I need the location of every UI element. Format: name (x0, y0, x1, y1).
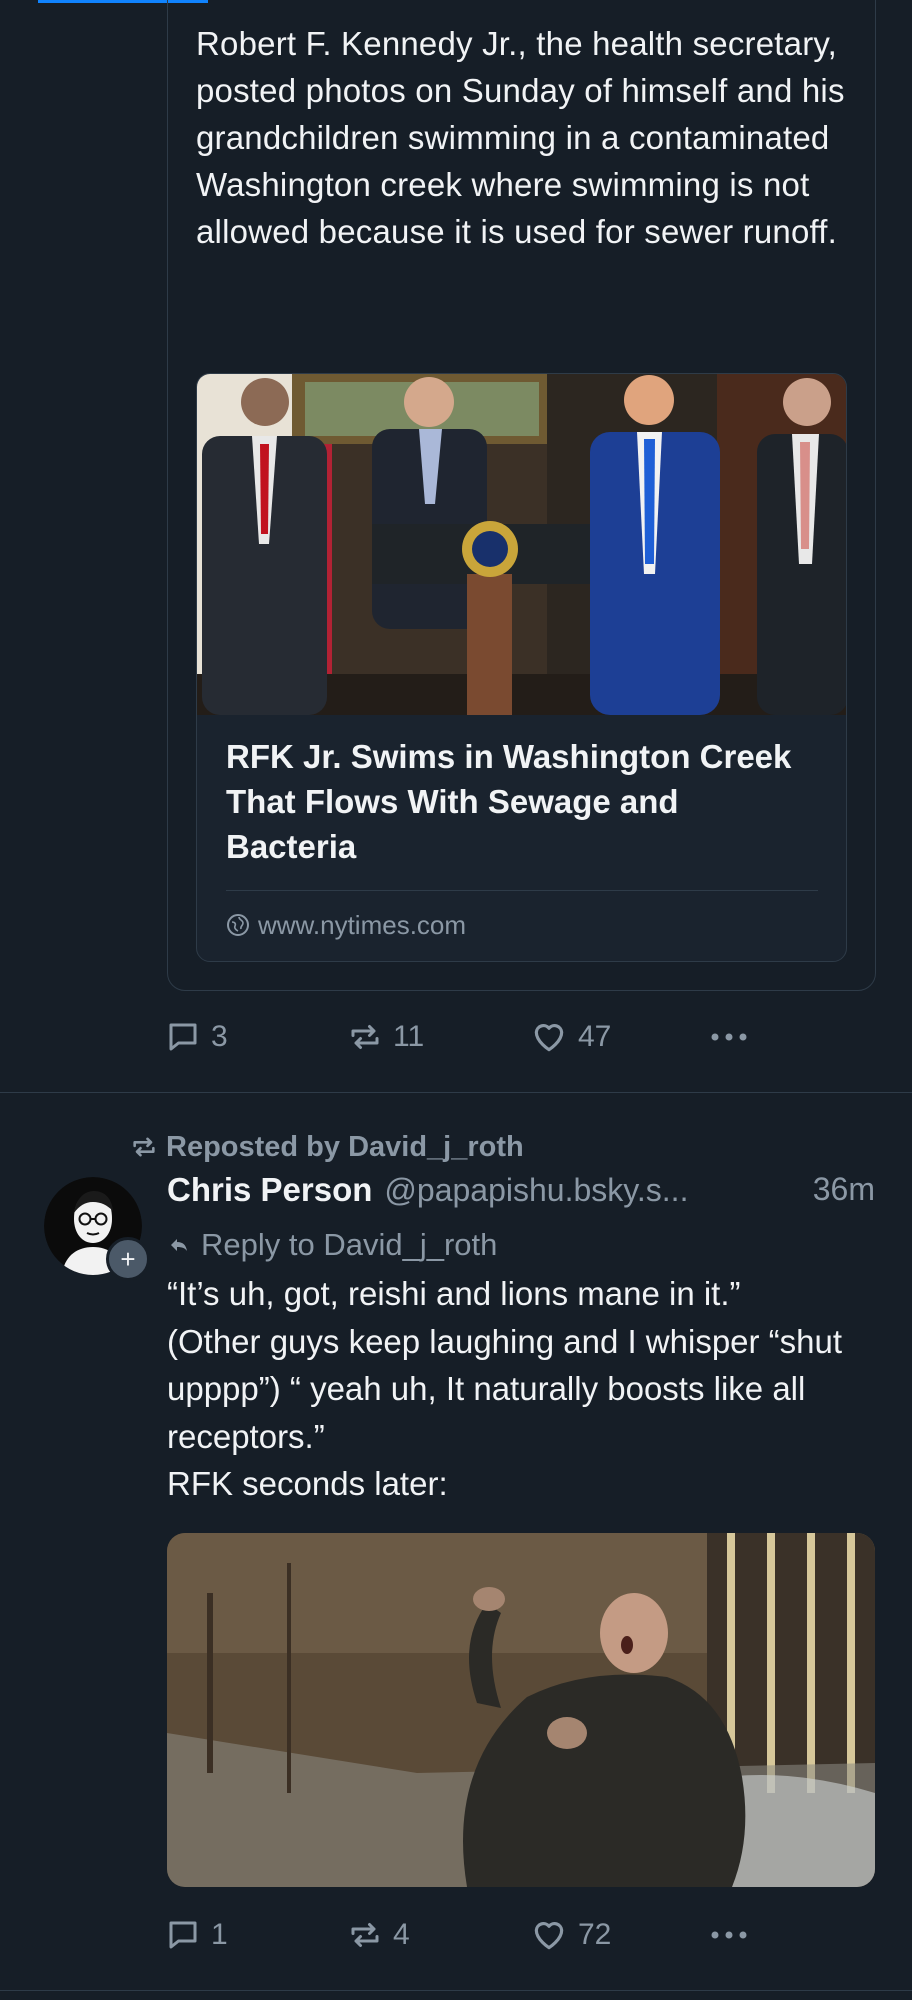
like-count: 72 (578, 1918, 612, 1951)
follow-badge[interactable]: + (106, 1237, 150, 1281)
heart-icon (534, 1024, 564, 1052)
post-image[interactable] (167, 1533, 875, 1887)
link-preview-card[interactable]: RFK Jr. Swims in Washington Creek That F… (196, 373, 847, 962)
repost-count: 4 (393, 1918, 410, 1951)
follow-badge-plus: + (120, 1244, 136, 1274)
link-card-divider (226, 890, 818, 891)
more-button[interactable] (707, 1925, 751, 1945)
link-preview-title: RFK Jr. Swims in Washington Creek That F… (226, 738, 792, 865)
link-domain: www.nytimes.com (258, 909, 467, 940)
author-name[interactable]: Chris Person (167, 1171, 372, 1209)
post-separator (0, 1092, 912, 1093)
repost-count: 11 (393, 1020, 425, 1053)
reply-to-label: Reply to David_j_roth (201, 1227, 498, 1262)
speech-bubble-icon (169, 1921, 197, 1949)
more-dots-icon (711, 1033, 747, 1041)
reply-count: 1 (211, 1918, 228, 1951)
reply-count: 3 (211, 1020, 228, 1053)
globe-icon (227, 914, 249, 936)
speech-bubble-icon (169, 1023, 197, 1051)
link-preview-image (197, 374, 846, 715)
reply-button[interactable]: 1 (165, 1917, 228, 1953)
post-actions: 1 4 72 (165, 1910, 765, 1960)
repost-label: Reposted by David_j_roth (166, 1130, 524, 1163)
reply-to-indicator[interactable]: Reply to David_j_roth (167, 1225, 497, 1265)
quoted-post-text: Robert F. Kennedy Jr., the health secret… (196, 25, 845, 250)
author-handle[interactable]: @papapishu.bsky.s... (384, 1172, 688, 1209)
reply-button[interactable]: 3 (165, 1019, 228, 1055)
post-header: Chris Person @papapishu.bsky.s... 36m (167, 1171, 887, 1217)
link-domain-row: www.nytimes.com (226, 910, 466, 940)
repost-indicator[interactable]: Reposted by David_j_roth (130, 1127, 524, 1167)
post-timestamp[interactable]: 36m (813, 1171, 875, 1208)
like-count: 47 (578, 1020, 612, 1053)
post-image-graphic (167, 1533, 875, 1887)
post-separator (0, 1990, 912, 1991)
post-actions: 3 11 47 (165, 1012, 765, 1062)
repost-arrows-icon (351, 1923, 379, 1947)
more-button[interactable] (707, 1027, 751, 1047)
more-dots-icon (711, 1931, 747, 1939)
repost-button[interactable]: 4 (347, 1917, 410, 1953)
like-button[interactable]: 72 (530, 1916, 611, 1954)
repost-arrows-icon (351, 1025, 379, 1049)
like-button[interactable]: 47 (530, 1018, 611, 1056)
avatar-container[interactable]: + (44, 1177, 150, 1281)
heart-icon (534, 1922, 564, 1950)
repost-arrows-icon (133, 1137, 155, 1157)
repost-button[interactable]: 11 (347, 1019, 424, 1055)
reply-arrow-icon (171, 1239, 187, 1251)
post-text: “It’s uh, got, reishi and lions mane in … (167, 1275, 843, 1502)
